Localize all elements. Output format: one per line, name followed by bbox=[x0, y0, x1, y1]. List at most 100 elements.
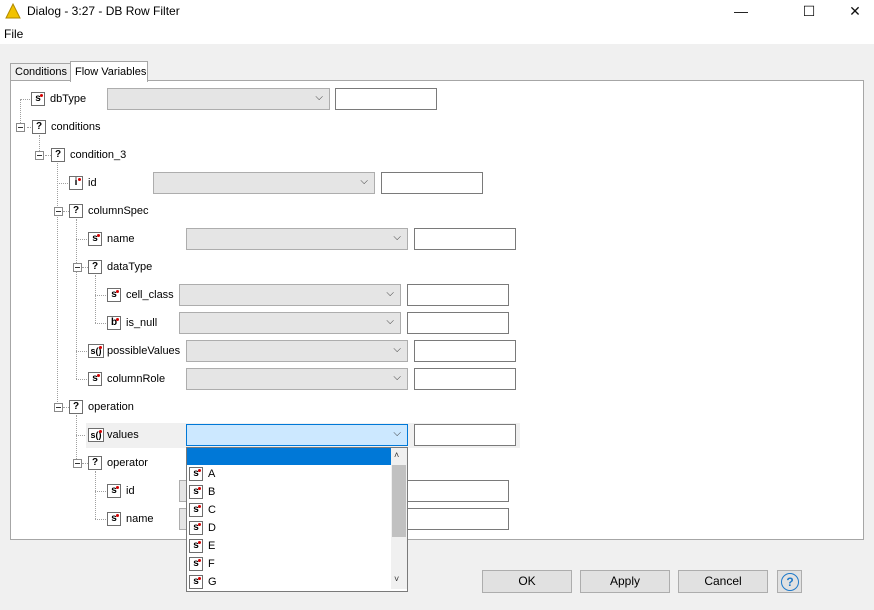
dropdown-option[interactable]: s G bbox=[187, 573, 391, 591]
apply-button[interactable]: Apply bbox=[580, 570, 670, 593]
chevron-down-icon: ⌵ bbox=[393, 232, 401, 243]
string-variable-icon: s bbox=[189, 557, 203, 571]
close-button[interactable]: ✕ bbox=[832, 0, 874, 22]
tree-label-possible-values: possibleValues bbox=[107, 345, 181, 357]
dbtype-variable-select[interactable]: ⌵ bbox=[107, 88, 330, 110]
config-node-icon: ? bbox=[69, 204, 83, 218]
values-dropdown-list[interactable]: s A s B s C s D s E s F s G ˄ ˅ bbox=[186, 447, 408, 592]
scroll-up-arrow-icon[interactable]: ˄ bbox=[394, 450, 399, 460]
operator-name-export-field[interactable] bbox=[407, 508, 509, 530]
tree-label-columnspec: columnSpec bbox=[88, 205, 149, 217]
tree-label-cell-class: cell_class bbox=[126, 289, 174, 301]
tree-label-condition-3: condition_3 bbox=[70, 149, 127, 161]
string-variable-icon: s bbox=[189, 467, 203, 481]
id-export-field[interactable] bbox=[381, 172, 483, 194]
string-variable-icon: s bbox=[189, 575, 203, 589]
config-node-icon: ? bbox=[51, 148, 65, 162]
flow-variables-panel bbox=[10, 80, 864, 540]
column-role-export-field[interactable] bbox=[414, 368, 516, 390]
values-export-field[interactable] bbox=[414, 424, 516, 446]
chevron-down-icon: ⌵ bbox=[386, 316, 394, 327]
tree-label-conditions: conditions bbox=[51, 121, 101, 133]
tree-label-operator-id: id bbox=[126, 485, 135, 497]
string-variable-icon: s bbox=[88, 372, 102, 386]
tree-label-column-role: columnRole bbox=[107, 373, 166, 385]
chevron-down-icon: ⌵ bbox=[360, 176, 368, 187]
values-variable-select[interactable]: ⌵ bbox=[186, 424, 408, 446]
string-variable-icon: s bbox=[189, 485, 203, 499]
dropdown-option[interactable]: s E bbox=[187, 537, 391, 555]
window-title: Dialog - 3:27 - DB Row Filter bbox=[27, 4, 180, 18]
string-variable-icon: s bbox=[88, 232, 102, 246]
config-node-icon: ? bbox=[88, 260, 102, 274]
dropdown-option[interactable]: s D bbox=[187, 519, 391, 537]
column-role-variable-select[interactable]: ⌵ bbox=[186, 368, 408, 390]
operator-id-export-field[interactable] bbox=[407, 480, 509, 502]
boolean-variable-icon: b bbox=[107, 316, 121, 330]
knime-warning-icon bbox=[5, 3, 21, 19]
possible-values-variable-select[interactable]: ⌵ bbox=[186, 340, 408, 362]
help-icon: ? bbox=[781, 573, 799, 591]
string-array-variable-icon: s() bbox=[88, 428, 104, 442]
config-node-icon: ? bbox=[32, 120, 46, 134]
chevron-down-icon: ⌵ bbox=[386, 288, 394, 299]
collapse-columnspec-toggle[interactable] bbox=[54, 207, 63, 216]
tab-conditions[interactable]: Conditions bbox=[10, 63, 74, 81]
id-variable-select[interactable]: ⌵ bbox=[153, 172, 375, 194]
dropdown-option[interactable]: s A bbox=[187, 465, 391, 483]
is-null-export-field[interactable] bbox=[407, 312, 509, 334]
minimize-button[interactable]: — bbox=[718, 0, 764, 22]
menu-file[interactable]: File bbox=[4, 27, 23, 41]
dropdown-option[interactable]: s C bbox=[187, 501, 391, 519]
is-null-variable-select[interactable]: ⌵ bbox=[179, 312, 401, 334]
collapse-condition-3-toggle[interactable] bbox=[35, 151, 44, 160]
cell-class-variable-select[interactable]: ⌵ bbox=[179, 284, 401, 306]
tree-label-operation: operation bbox=[88, 401, 134, 413]
cell-class-export-field[interactable] bbox=[407, 284, 509, 306]
name-variable-select[interactable]: ⌵ bbox=[186, 228, 408, 250]
dropdown-option[interactable]: s B bbox=[187, 483, 391, 501]
config-node-icon: ? bbox=[88, 456, 102, 470]
string-variable-icon: s bbox=[31, 92, 45, 106]
string-variable-icon: s bbox=[107, 512, 121, 526]
tree-label-datatype: dataType bbox=[107, 261, 153, 273]
scrollbar-thumb[interactable] bbox=[392, 465, 406, 537]
collapse-operator-toggle[interactable] bbox=[73, 459, 82, 468]
chevron-down-icon: ⌵ bbox=[393, 372, 401, 383]
name-export-field[interactable] bbox=[414, 228, 516, 250]
tree-label-operator-name: name bbox=[126, 513, 154, 525]
integer-variable-icon: i bbox=[69, 176, 83, 190]
cancel-button[interactable]: Cancel bbox=[678, 570, 768, 593]
menu-bar: File bbox=[0, 22, 874, 44]
collapse-datatype-toggle[interactable] bbox=[73, 263, 82, 272]
chevron-down-icon: ⌵ bbox=[393, 344, 401, 355]
dropdown-scrollbar[interactable]: ˄ ˅ bbox=[391, 448, 407, 589]
tree-label-operator: operator bbox=[107, 457, 148, 469]
collapse-operation-toggle[interactable] bbox=[54, 403, 63, 412]
dropdown-option[interactable]: s F bbox=[187, 555, 391, 573]
tree-label-name: name bbox=[107, 233, 135, 245]
tree-label-is-null: is_null bbox=[126, 317, 158, 329]
config-node-icon: ? bbox=[69, 400, 83, 414]
chevron-down-icon: ⌵ bbox=[393, 428, 401, 439]
tree-label-id: id bbox=[88, 177, 97, 189]
string-variable-icon: s bbox=[189, 503, 203, 517]
tree-label-values: values bbox=[107, 429, 139, 441]
string-variable-icon: s bbox=[189, 521, 203, 535]
title-bar: Dialog - 3:27 - DB Row Filter — ☐ ✕ bbox=[0, 0, 874, 22]
maximize-button[interactable]: ☐ bbox=[786, 0, 832, 22]
help-button[interactable]: ? bbox=[777, 570, 802, 593]
tab-flow-variables[interactable]: Flow Variables bbox=[70, 61, 148, 82]
string-variable-icon: s bbox=[107, 288, 121, 302]
string-variable-icon: s bbox=[107, 484, 121, 498]
chevron-down-icon: ⌵ bbox=[315, 92, 323, 103]
dbtype-export-field[interactable] bbox=[335, 88, 437, 110]
ok-button[interactable]: OK bbox=[482, 570, 572, 593]
possible-values-export-field[interactable] bbox=[414, 340, 516, 362]
scroll-down-arrow-icon[interactable]: ˅ bbox=[394, 574, 399, 584]
string-array-variable-icon: s() bbox=[88, 344, 104, 358]
dropdown-empty-option[interactable] bbox=[187, 448, 391, 465]
collapse-conditions-toggle[interactable] bbox=[16, 123, 25, 132]
tree-label-dbtype: dbType bbox=[50, 93, 87, 105]
string-variable-icon: s bbox=[189, 539, 203, 553]
